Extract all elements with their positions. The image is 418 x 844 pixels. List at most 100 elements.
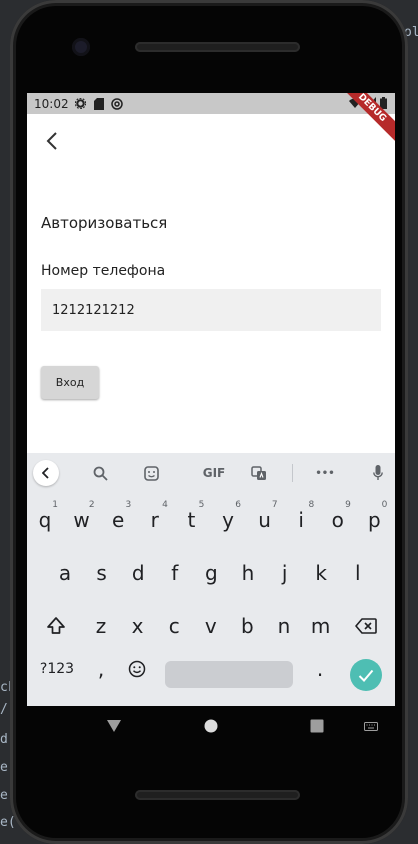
key-letter: p (368, 508, 381, 532)
key-z[interactable]: z (84, 606, 118, 646)
key-o[interactable]: o9 (321, 500, 355, 540)
chevron-left-icon (42, 467, 49, 479)
key-number-hint: 1 (52, 500, 58, 510)
phone-field-label: Номер телефона (41, 263, 166, 279)
shift-icon (47, 617, 65, 634)
keyboard-toolbar: GIF ••• (27, 453, 395, 493)
key-number-hint: 8 (308, 500, 315, 510)
nav-recents-square-icon (310, 719, 324, 733)
key-x[interactable]: x (121, 606, 155, 646)
key-v[interactable]: v (194, 606, 228, 646)
sticker-icon (143, 465, 159, 481)
top-speaker (135, 42, 300, 52)
nav-keyboard-switch-button[interactable] (361, 716, 381, 736)
back-button[interactable] (37, 126, 67, 156)
emoji-icon (128, 660, 146, 678)
ide-text-fragment: e (0, 760, 8, 775)
key-j[interactable]: j (268, 553, 302, 593)
key-i[interactable]: i8 (284, 500, 318, 540)
microphone-icon (373, 465, 383, 480)
search-icon (93, 466, 108, 481)
nav-back-triangle-icon (107, 720, 121, 732)
comma-key[interactable]: , (84, 649, 118, 689)
key-p[interactable]: p0 (357, 500, 391, 540)
key-l[interactable]: l (341, 553, 375, 593)
nav-recents-button[interactable] (307, 716, 327, 736)
keyboard-collapse-button[interactable] (33, 460, 59, 486)
key-w[interactable]: w2 (65, 500, 99, 540)
key-number-hint: 5 (198, 500, 205, 510)
emoji-key[interactable] (120, 649, 154, 689)
key-number-hint: 0 (381, 500, 388, 510)
keyboard-search-button[interactable] (87, 460, 113, 486)
backspace-icon (355, 618, 377, 634)
key-letter: u (258, 508, 271, 532)
key-f[interactable]: f (158, 553, 192, 593)
key-d[interactable]: d (121, 553, 155, 593)
bottom-speaker (135, 790, 300, 800)
keyboard-voice-button[interactable] (365, 460, 391, 486)
key-a[interactable]: a (48, 553, 82, 593)
nav-back-button[interactable] (104, 716, 124, 736)
key-letter: w (73, 508, 90, 532)
key-number-hint: 6 (235, 500, 241, 510)
key-b[interactable]: b (230, 606, 264, 646)
translate-icon (251, 465, 266, 480)
key-letter: y (222, 508, 234, 532)
key-letter: i (298, 508, 304, 532)
phone-number-input[interactable] (41, 289, 381, 331)
keyboard-gif-button[interactable]: GIF (198, 460, 230, 486)
key-u[interactable]: u7 (248, 500, 282, 540)
key-letter: e (112, 508, 125, 532)
shift-key[interactable] (39, 606, 73, 646)
key-q[interactable]: q1 (28, 500, 62, 540)
key-y[interactable]: y6 (211, 500, 245, 540)
space-key[interactable] (165, 661, 293, 688)
nav-home-button[interactable] (201, 716, 221, 736)
settings-icon (75, 98, 87, 110)
front-camera (72, 38, 90, 56)
at-sign-icon (110, 97, 123, 110)
key-e[interactable]: e3 (101, 500, 135, 540)
status-bar: 10:02 DEBUG (27, 93, 395, 145)
key-k[interactable]: k (304, 553, 338, 593)
key-g[interactable]: g (194, 553, 228, 593)
status-time: 10:02 (34, 96, 69, 111)
key-number-hint: 2 (88, 500, 95, 510)
key-s[interactable]: s (85, 553, 119, 593)
key-c[interactable]: c (157, 606, 191, 646)
ide-text-fragment: e (0, 788, 8, 803)
key-r[interactable]: r4 (138, 500, 172, 540)
checkmark-icon (358, 669, 374, 682)
nav-home-circle-icon (204, 719, 218, 733)
login-button[interactable]: Вход (41, 366, 99, 399)
enter-key[interactable] (350, 659, 382, 691)
key-h[interactable]: h (231, 553, 265, 593)
symbols-key[interactable]: ?123 (37, 649, 77, 689)
period-key[interactable]: . (303, 649, 337, 689)
backspace-key[interactable] (349, 606, 383, 646)
phone-frame: 10:02 DEBUG Авторизоваться Номер телефон… (10, 0, 408, 844)
page-title: Авторизоваться (41, 214, 168, 232)
key-t[interactable]: t5 (174, 500, 208, 540)
key-letter: q (38, 508, 52, 532)
key-number-hint: 9 (345, 500, 351, 510)
back-arrow-icon (46, 132, 57, 150)
key-n[interactable]: n (267, 606, 301, 646)
key-letter: o (331, 508, 344, 532)
key-m[interactable]: m (304, 606, 338, 646)
keyboard-translate-button[interactable] (246, 460, 272, 486)
key-number-hint: 4 (162, 500, 168, 510)
ide-text-fragment: d (0, 732, 8, 747)
device-screen: 10:02 DEBUG Авторизоваться Номер телефон… (27, 93, 395, 706)
key-number-hint: 3 (125, 500, 132, 510)
key-number-hint: 7 (271, 500, 278, 510)
keyboard-sticker-button[interactable] (138, 460, 164, 486)
soft-keyboard: GIF ••• q1w2e3r4t5y6u7i8o9p0 asdfghjkl z… (27, 453, 395, 706)
toolbar-divider (292, 464, 293, 482)
key-letter: t (187, 508, 196, 532)
sd-card-icon (93, 97, 105, 110)
key-letter: r (150, 508, 159, 532)
keyboard-more-button[interactable]: ••• (311, 460, 339, 486)
android-nav-bar (27, 706, 395, 746)
